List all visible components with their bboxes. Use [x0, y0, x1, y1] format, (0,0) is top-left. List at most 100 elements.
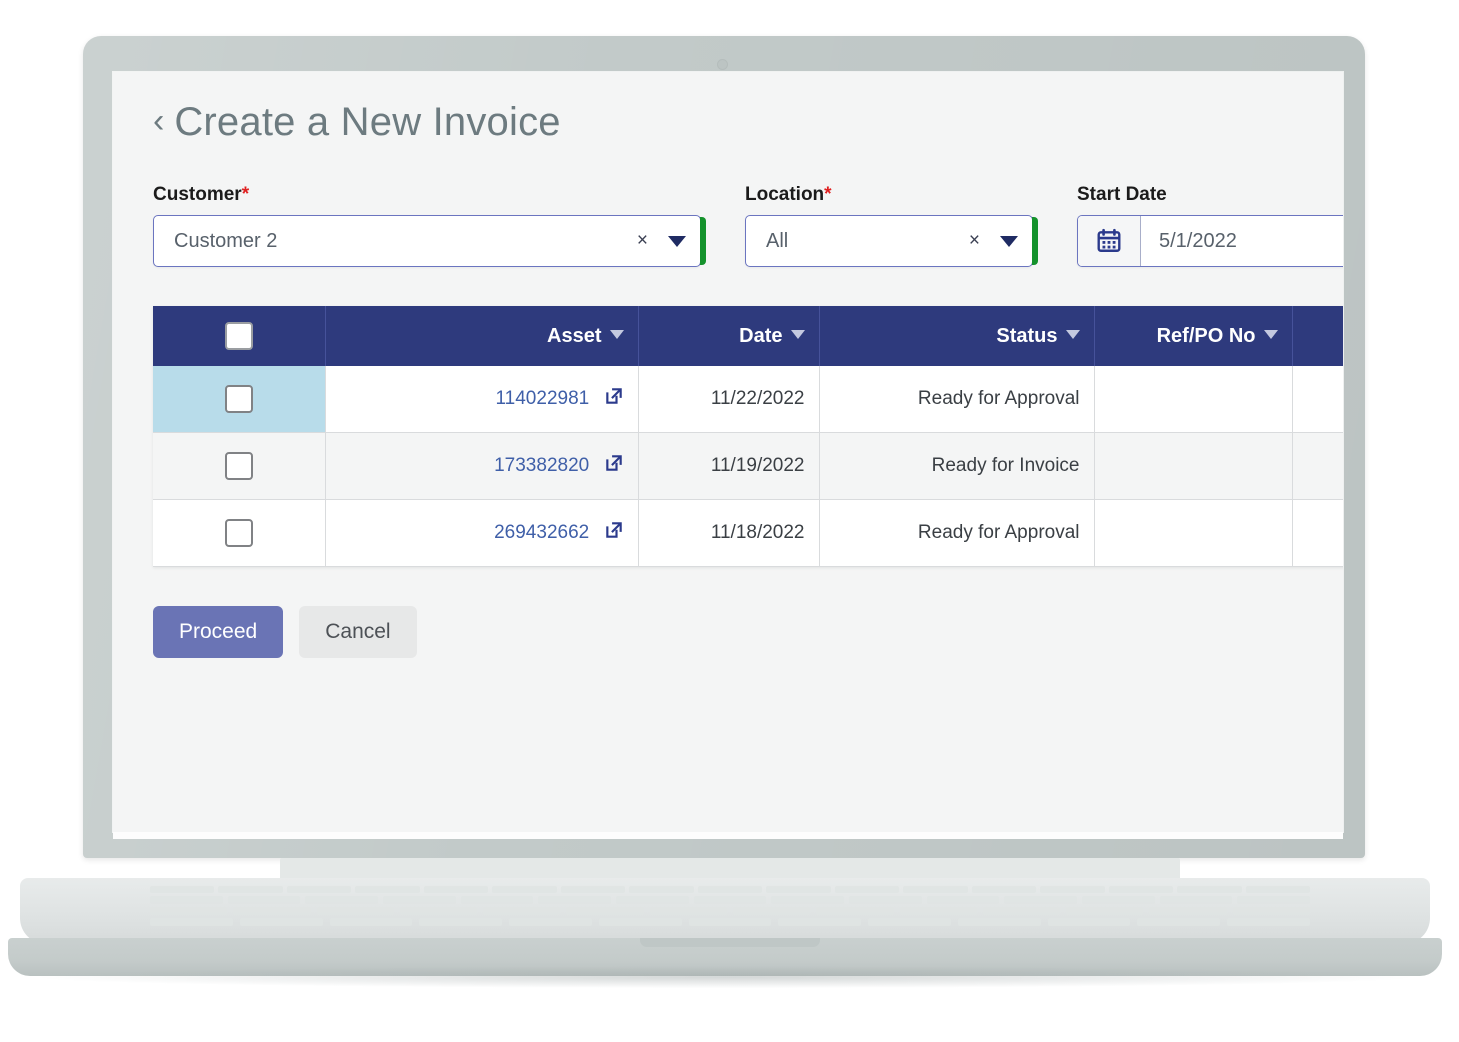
- keyboard-key: [218, 886, 283, 893]
- row-checkbox[interactable]: [224, 452, 253, 480]
- table-row[interactable]: 173382820 11/19/2022 Ready for Invoice: [153, 432, 1343, 500]
- keyboard-key: [538, 896, 611, 904]
- keyboard-key: [733, 907, 811, 915]
- keyboard-key: [1237, 896, 1310, 904]
- form-action-bar: Proceed Cancel: [153, 606, 417, 658]
- keyboard-key: [629, 886, 694, 893]
- filter-funnel-icon[interactable]: [1263, 329, 1278, 339]
- keyboard-key: [150, 918, 233, 926]
- customer-clear-icon[interactable]: ×: [637, 230, 648, 252]
- calendar-icon[interactable]: [1078, 216, 1141, 266]
- header-status[interactable]: Status: [819, 306, 1095, 366]
- row-select-cell: [153, 432, 326, 500]
- page-title: Create a New Invoice: [174, 100, 561, 144]
- location-label: Location*: [745, 184, 1033, 206]
- location-select-wrap: All ×: [745, 215, 1038, 267]
- external-link-icon[interactable]: [604, 520, 624, 546]
- keyboard-key: [926, 896, 1000, 904]
- keyboard-key: [598, 918, 682, 926]
- cell-asset: 114022981: [325, 366, 639, 433]
- keyboard-key: [1082, 896, 1155, 904]
- cell-ref-po-no: [1094, 432, 1293, 500]
- keyboard-key: [982, 907, 1061, 915]
- customer-select[interactable]: Customer 2 ×: [153, 215, 701, 267]
- header-ref-po-no-label: Ref/PO No: [1156, 324, 1256, 347]
- table-row[interactable]: 114022981 11/22/2022 Ready for Approval: [153, 366, 1343, 433]
- keyboard-key: [1004, 896, 1077, 904]
- keyboard-key: [697, 886, 763, 893]
- keyboard-key: [616, 896, 689, 904]
- row-checkbox[interactable]: [224, 385, 253, 413]
- keyboard-key: [566, 907, 644, 915]
- keyboard-key: [971, 886, 1037, 893]
- keyboard-key: [899, 907, 977, 915]
- start-date-field[interactable]: 5/1/2022: [1077, 215, 1343, 267]
- external-link-icon[interactable]: [604, 386, 624, 412]
- customer-select-wrap: Customer 2 ×: [153, 215, 706, 267]
- laptop-front-notch: [640, 938, 820, 947]
- row-checkbox[interactable]: [224, 519, 253, 547]
- cell-date: 11/19/2022: [638, 432, 820, 500]
- keyboard-key: [688, 918, 772, 926]
- cell-status: Ready for Approval: [819, 366, 1095, 433]
- header-asset[interactable]: Asset: [325, 306, 639, 366]
- keyboard-key: [460, 896, 534, 904]
- proceed-button[interactable]: Proceed: [153, 606, 284, 658]
- keyboard-key: [492, 886, 557, 893]
- keyboard-key: [834, 886, 900, 893]
- cell-w: [1292, 499, 1343, 567]
- keyboard-key: [239, 918, 323, 926]
- location-caret-down-icon[interactable]: [1000, 235, 1018, 247]
- keyboard-key: [509, 918, 592, 926]
- cancel-button[interactable]: Cancel: [299, 606, 417, 658]
- keyboard-key: [560, 886, 626, 893]
- external-link-icon[interactable]: [604, 453, 624, 479]
- asset-link[interactable]: 173382820: [494, 455, 589, 476]
- customer-select-value: Customer 2: [174, 229, 278, 252]
- header-w-truncated[interactable]: W: [1292, 306, 1343, 366]
- asset-link[interactable]: 269432662: [494, 522, 589, 543]
- customer-caret-down-icon[interactable]: [668, 235, 686, 247]
- start-date-field-block: Start Date 5/1/2022: [1077, 184, 1343, 267]
- header-ref-po-no[interactable]: Ref/PO No: [1094, 306, 1293, 366]
- filter-funnel-icon[interactable]: [609, 329, 624, 339]
- keyboard-key: [1149, 907, 1227, 915]
- row-select-cell: [153, 366, 326, 433]
- laptop-keyboard: [150, 884, 1310, 936]
- keyboard-key: [868, 918, 951, 926]
- keyboard-key: [355, 886, 420, 893]
- cell-ref-po-no: [1094, 499, 1293, 567]
- keyboard-key: [693, 896, 767, 904]
- cell-asset: 269432662: [325, 499, 639, 567]
- keyboard-key: [1227, 918, 1310, 926]
- table-row[interactable]: 269432662 11/18/2022 Ready for Approval: [153, 499, 1343, 567]
- keyboard-key: [1066, 907, 1144, 915]
- location-clear-icon[interactable]: ×: [969, 230, 980, 252]
- keyboard-key: [766, 886, 831, 893]
- location-select[interactable]: All ×: [745, 215, 1033, 267]
- keyboard-key: [227, 896, 301, 904]
- invoice-creation-page: ‹ Create a New Invoice Customer* Custome…: [113, 72, 1343, 832]
- page-header: ‹ Create a New Invoice: [153, 100, 561, 145]
- cell-asset: 173382820: [325, 432, 639, 500]
- filter-funnel-icon[interactable]: [790, 329, 805, 339]
- header-date[interactable]: Date: [638, 306, 820, 366]
- laptop-mockup: ‹ Create a New Invoice Customer* Custome…: [0, 0, 1459, 1042]
- cell-ref-po-no: [1094, 366, 1293, 433]
- header-date-label: Date: [739, 324, 783, 347]
- select-all-checkbox[interactable]: [224, 322, 253, 350]
- cell-status: Ready for Invoice: [819, 432, 1095, 500]
- cell-w: [1292, 432, 1343, 500]
- screen-viewport: ‹ Create a New Invoice Customer* Custome…: [113, 72, 1343, 832]
- keyboard-key: [483, 907, 561, 915]
- filter-funnel-icon[interactable]: [1065, 329, 1080, 339]
- keyboard-key: [849, 896, 922, 904]
- asset-link[interactable]: 114022981: [496, 388, 590, 409]
- screen-bottom-edge: [113, 832, 1343, 839]
- asset-selection-table: Asset Date Status Ref/PO No W 114022981: [153, 306, 1343, 567]
- keyboard-key: [1047, 918, 1131, 926]
- customer-label: Customer*: [153, 184, 701, 206]
- start-date-input[interactable]: 5/1/2022: [1141, 216, 1343, 266]
- customer-field-block: Customer* Customer 2 ×: [153, 184, 706, 267]
- back-chevron-icon[interactable]: ‹: [153, 104, 164, 138]
